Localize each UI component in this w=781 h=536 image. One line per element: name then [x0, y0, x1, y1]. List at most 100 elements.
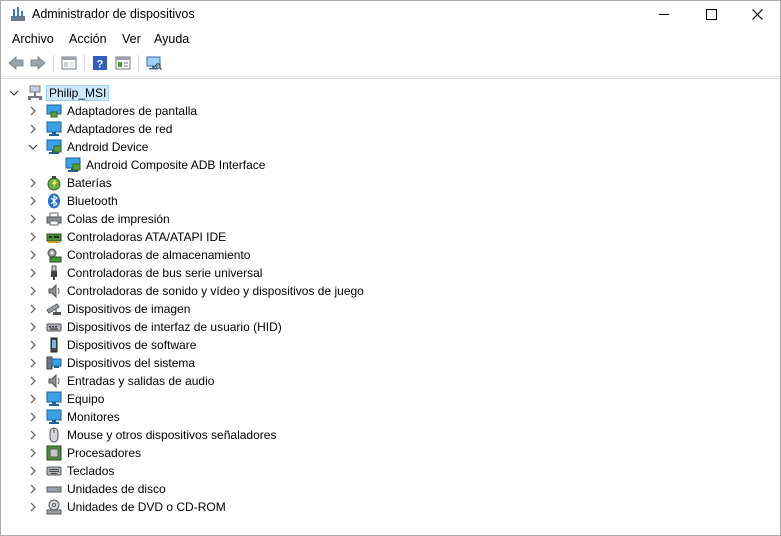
close-button[interactable]: [735, 1, 780, 28]
chevron-right-icon[interactable]: [28, 358, 38, 368]
chevron-right-icon[interactable]: [28, 214, 38, 224]
hid-icon: [46, 323, 62, 332]
tree-item-label: Procesadores: [67, 446, 142, 460]
chevron-right-icon[interactable]: [28, 106, 38, 116]
back-arrow-icon: [8, 56, 24, 70]
bluetooth-icon: [48, 193, 60, 209]
chevron-right-icon[interactable]: [28, 196, 38, 206]
forward-arrow-icon: [30, 56, 46, 70]
minimize-button[interactable]: [642, 1, 688, 28]
chevron-right-icon[interactable]: [28, 412, 38, 422]
chevron-right-icon[interactable]: [28, 286, 38, 296]
tree-item-label: Adaptadores de pantalla: [67, 104, 198, 118]
tree-item-label: Entradas y salidas de audio: [67, 374, 215, 388]
chevron-right-icon[interactable]: [28, 484, 38, 494]
computer-name-label: Philip_MSI: [46, 85, 110, 101]
menu-archivo[interactable]: Archivo: [12, 32, 54, 46]
chevron-right-icon[interactable]: [28, 124, 38, 134]
adb-interface-icon: [65, 157, 81, 172]
chevron-right-icon[interactable]: [28, 394, 38, 404]
tree-item-label: Dispositivos de imagen: [67, 302, 191, 316]
tree-item-label: Unidades de disco: [67, 482, 166, 496]
tree-item-label: Dispositivos de interfaz de usuario (HID…: [67, 320, 282, 334]
tree-item-label: Controladoras de almacenamiento: [67, 248, 251, 262]
print-queue-icon: [46, 212, 62, 226]
android-device-icon: [46, 139, 62, 154]
properties-button[interactable]: [113, 53, 133, 73]
ide-controller-icon: [46, 233, 62, 243]
menu-accion[interactable]: Acción: [69, 32, 107, 46]
disk-drive-icon: [46, 486, 62, 493]
audio-io-icon: [48, 373, 60, 389]
toolbar-separator: [84, 55, 85, 71]
toolbar-separator: [53, 55, 54, 71]
tree-item-label: Controladoras de bus serie universal: [67, 266, 263, 280]
mouse-icon: [49, 427, 59, 443]
menu-bar: Archivo Acción Ver Ayuda: [1, 28, 780, 50]
tree-item-label: Colas de impresión: [67, 212, 170, 226]
storage-controller-icon: [47, 248, 62, 263]
chevron-right-icon[interactable]: [28, 340, 38, 350]
device-manager-icon: [11, 7, 25, 21]
chevron-right-icon[interactable]: [28, 448, 38, 458]
processor-icon: [46, 445, 62, 461]
device-manager-window: Administrador de dispositivos Archivo Ac…: [0, 0, 781, 536]
network-adapter-icon: [46, 121, 62, 136]
tree-item-label: Android Composite ADB Interface: [86, 158, 266, 172]
chevron-right-icon[interactable]: [28, 250, 38, 260]
tree-item-label: Monitores: [67, 410, 120, 424]
software-device-icon: [50, 337, 58, 353]
minimize-icon: [659, 14, 669, 15]
forward-button[interactable]: [28, 53, 48, 73]
chevron-right-icon[interactable]: [28, 268, 38, 278]
device-tree: Philip_MSI Adaptadores de pantalla Adapt…: [1, 78, 780, 535]
tree-item-label: Teclados: [67, 464, 115, 478]
toolbar: ?: [1, 50, 780, 77]
help-button[interactable]: ?: [90, 53, 110, 73]
show-hide-console-tree-button[interactable]: [59, 53, 79, 73]
properties-icon: [115, 56, 131, 70]
scan-hardware-icon: [146, 56, 162, 70]
chevron-down-icon[interactable]: [9, 88, 19, 98]
camera-icon: [46, 303, 61, 315]
menu-ver[interactable]: Ver: [122, 32, 141, 46]
speaker-icon: [48, 283, 60, 299]
back-button[interactable]: [6, 53, 26, 73]
tree-item-label: Dispositivos de software: [67, 338, 197, 352]
battery-icon: [47, 176, 61, 191]
dvd-icon: [46, 499, 62, 515]
tree-item-label: Adaptadores de red: [67, 122, 173, 136]
chevron-right-icon[interactable]: [28, 430, 38, 440]
tree-item-label: Controladoras de sonido y vídeo y dispos…: [67, 284, 364, 298]
maximize-icon: [706, 9, 717, 20]
computer-network-icon: [28, 85, 42, 100]
chevron-right-icon[interactable]: [28, 178, 38, 188]
tree-item-label: Android Device: [67, 140, 149, 154]
help-icon: ?: [93, 56, 107, 71]
system-device-icon: [46, 356, 62, 370]
chevron-right-icon[interactable]: [28, 304, 38, 314]
chevron-right-icon[interactable]: [28, 376, 38, 386]
computer-icon: [46, 391, 62, 406]
maximize-button[interactable]: [689, 1, 735, 28]
svg-text:?: ?: [97, 59, 104, 71]
tree-item-label: Dispositivos del sistema: [67, 356, 196, 370]
tree-item-label: Controladoras ATA/ATAPI IDE: [67, 230, 227, 244]
keyboard-icon: [46, 466, 62, 476]
scan-hardware-button[interactable]: [144, 53, 164, 73]
chevron-right-icon[interactable]: [28, 232, 38, 242]
chevron-right-icon[interactable]: [28, 502, 38, 512]
chevron-down-icon[interactable]: [28, 142, 38, 152]
title-bar[interactable]: Administrador de dispositivos: [1, 1, 780, 28]
window-title: Administrador de dispositivos: [32, 7, 195, 21]
close-icon: [752, 9, 763, 20]
tree-item-label: Equipo: [67, 392, 105, 406]
monitor-icon: [46, 409, 62, 424]
chevron-right-icon[interactable]: [28, 322, 38, 332]
tree-item-label: Bluetooth: [67, 194, 118, 208]
chevron-right-icon[interactable]: [28, 466, 38, 476]
tree-item-label: Baterías: [67, 176, 112, 190]
menu-ayuda[interactable]: Ayuda: [154, 32, 189, 46]
toolbar-separator: [138, 55, 139, 71]
tree-item-label: Unidades de DVD o CD-ROM: [67, 500, 226, 514]
